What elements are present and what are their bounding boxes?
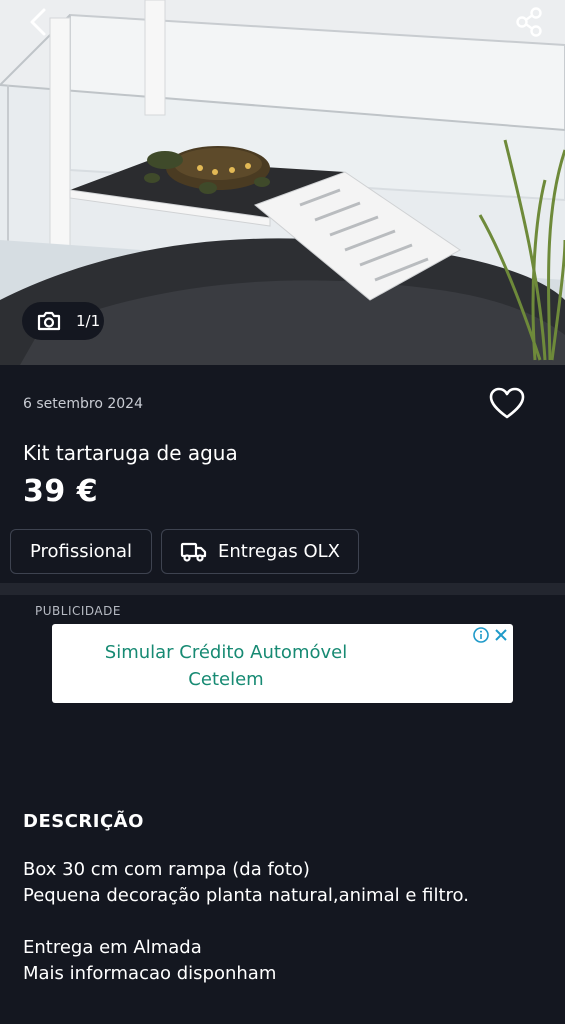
description-heading: DESCRIÇÃO xyxy=(23,811,144,832)
share-icon xyxy=(516,7,542,37)
back-button[interactable] xyxy=(22,4,58,40)
professional-label: Profissional xyxy=(29,541,133,562)
photo-counter-text: 1/1 xyxy=(76,312,101,330)
close-icon[interactable] xyxy=(493,627,509,643)
info-icon[interactable] xyxy=(473,627,489,643)
heart-icon xyxy=(489,387,525,419)
listing-title: Kit tartaruga de agua xyxy=(23,441,238,465)
chevron-left-icon xyxy=(30,8,46,36)
section-divider xyxy=(0,583,565,595)
ad-controls xyxy=(473,627,509,643)
listing-price: 39 € xyxy=(23,474,99,509)
delivery-label: Entregas OLX xyxy=(217,541,340,562)
olx-delivery-badge[interactable]: Entregas OLX xyxy=(161,529,359,574)
camera-icon xyxy=(37,311,61,331)
favorite-button[interactable] xyxy=(488,386,526,422)
description-text: Box 30 cm com rampa (da foto) Pequena de… xyxy=(23,859,469,984)
professional-badge[interactable]: Profissional xyxy=(10,529,152,574)
photo-counter[interactable]: 1/1 xyxy=(22,302,104,340)
ad-text[interactable]: Simular Crédito Automóvel Cetelem xyxy=(52,639,400,693)
ad-line-1: Simular Crédito Automóvel xyxy=(104,642,348,663)
share-button[interactable] xyxy=(511,4,547,40)
product-photo[interactable]: 1/1 xyxy=(0,0,565,365)
listing-date: 6 setembro 2024 xyxy=(23,396,143,412)
ad-label: PUBLICIDADE xyxy=(35,604,121,618)
ad-banner[interactable]: Simular Crédito Automóvel Cetelem xyxy=(52,624,513,703)
truck-icon xyxy=(180,542,207,562)
ad-line-2: Cetelem xyxy=(188,669,264,690)
